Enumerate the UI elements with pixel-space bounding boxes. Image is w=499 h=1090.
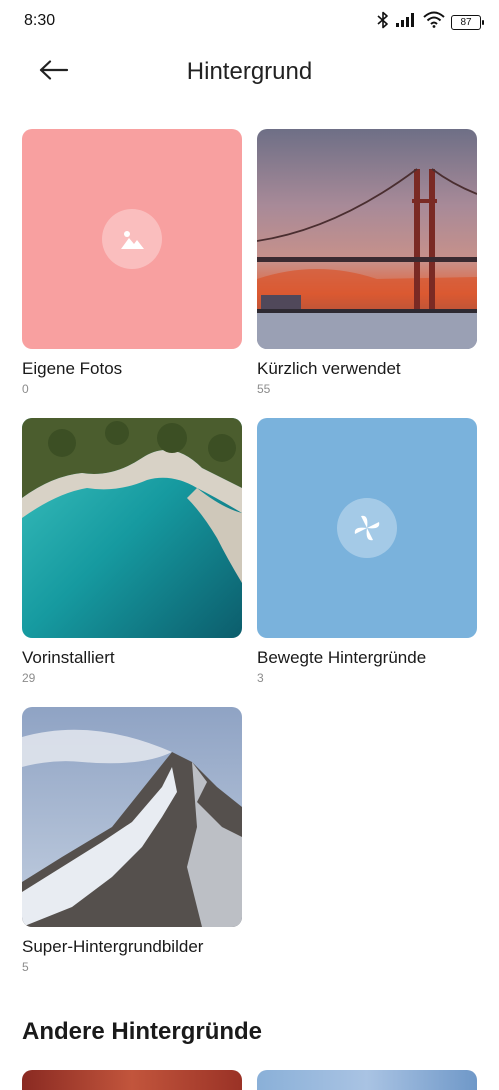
album-eigene-fotos[interactable]: Eigene Fotos 0 <box>22 129 242 396</box>
album-super-hintergrundbilder[interactable]: Super-Hintergrundbilder 5 <box>22 707 242 974</box>
section-title: Andere Hintergründe <box>22 1018 263 1045</box>
album-count: 55 <box>257 382 271 396</box>
bluetooth-icon <box>377 11 389 34</box>
status-icons: 87 <box>377 11 484 34</box>
album-kuerzlich-verwendet[interactable]: Kürzlich verwendet 55 <box>257 129 477 396</box>
album-label: Vorinstalliert <box>22 648 115 667</box>
album-thumbnail[interactable] <box>22 418 242 638</box>
status-time: 8:30 <box>24 12 56 29</box>
album-bewegte-hintergruende[interactable]: Bewegte Hintergründe 3 <box>257 418 477 685</box>
image-icon <box>102 209 162 269</box>
album-thumbnail[interactable] <box>257 418 477 638</box>
album-count: 0 <box>22 382 29 396</box>
app-header: Hintergrund <box>0 44 499 100</box>
album-thumbnail[interactable] <box>257 129 477 349</box>
album-label: Bewegte Hintergründe <box>257 648 427 667</box>
album-label: Super-Hintergrundbilder <box>22 937 204 956</box>
wallpaper-thumbnail[interactable] <box>257 1070 477 1090</box>
album-vorinstalliert[interactable]: Vorinstalliert 29 <box>22 418 242 685</box>
wifi-icon <box>423 11 445 33</box>
album-count: 3 <box>257 671 264 685</box>
pinwheel-icon <box>337 498 397 558</box>
bridge-image <box>257 129 477 349</box>
battery-icon: 87 <box>451 14 484 30</box>
wallpaper-thumbnail[interactable] <box>22 1070 242 1090</box>
coast-image <box>22 418 242 638</box>
page-title: Hintergrund <box>186 58 313 85</box>
mountain-image <box>22 707 242 927</box>
album-label: Kürzlich verwendet <box>257 359 401 378</box>
signal-icon <box>395 12 417 33</box>
album-count: 5 <box>22 960 29 974</box>
album-thumbnail[interactable] <box>22 129 242 349</box>
album-count: 29 <box>22 671 36 685</box>
album-thumbnail[interactable] <box>22 707 242 927</box>
album-label: Eigene Fotos <box>22 359 123 378</box>
status-bar: 8:30 87 <box>0 0 499 44</box>
